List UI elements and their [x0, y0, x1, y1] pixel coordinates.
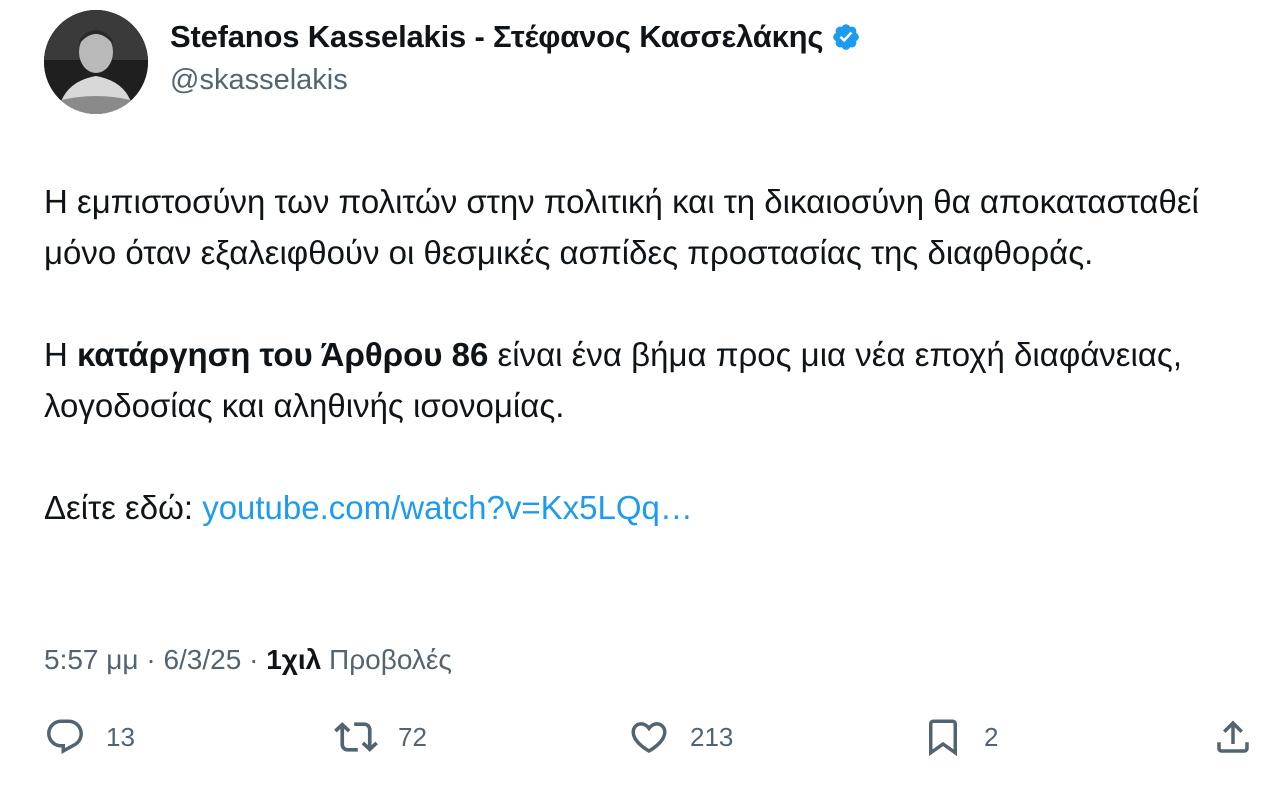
share-button[interactable]: [1212, 712, 1254, 762]
reply-icon: [47, 719, 83, 754]
bookmark-button[interactable]: 2: [922, 712, 998, 762]
tweet-card: Stefanos Kasselakis - Στέφανος Κασσελάκη…: [0, 0, 1277, 787]
tweet-meta: 5:57 μμ · 6/3/25 · 1χιλ Προβολές: [44, 640, 452, 680]
verified-badge-icon[interactable]: [831, 22, 861, 52]
tweet-paragraph-2: Η κατάργηση του Άρθρου 86 είναι ένα βήμα…: [44, 329, 1244, 431]
avatar[interactable]: [44, 10, 148, 114]
paragraph-3-prefix: Δείτε εδώ:: [44, 489, 203, 526]
tweet-date[interactable]: 6/3/25: [163, 644, 241, 675]
paragraph-2-prefix: Η: [44, 336, 77, 373]
author-name-row[interactable]: Stefanos Kasselakis - Στέφανος Κασσελάκη…: [170, 17, 861, 57]
heart-icon: [631, 722, 667, 754]
views-count: 1χιλ: [266, 644, 322, 675]
repost-icon: [334, 722, 378, 752]
reply-button[interactable]: 13: [44, 712, 135, 762]
avatar-image: [44, 10, 148, 114]
like-button[interactable]: 213: [628, 712, 733, 762]
repost-count: 72: [398, 721, 427, 752]
views-label: Προβολές: [321, 644, 452, 675]
share-icon: [1217, 720, 1249, 753]
like-count: 213: [690, 721, 734, 752]
bookmark-count: 2: [984, 721, 999, 752]
youtube-link[interactable]: youtube.com/watch?v=Kx5LQq…: [202, 489, 693, 526]
tweet-actions: 13 72 213 2: [44, 712, 1254, 762]
author-names: Stefanos Kasselakis - Στέφανος Κασσελάκη…: [170, 17, 861, 99]
author-display-name[interactable]: Stefanos Kasselakis - Στέφανος Κασσελάκη…: [170, 17, 824, 57]
meta-separator: ·: [138, 644, 164, 675]
tweet-paragraph-1: Η εμπιστοσύνη των πολιτών στην πολιτική …: [44, 183, 1199, 271]
author-handle[interactable]: @skasselakis: [170, 61, 861, 99]
tweet-header: Stefanos Kasselakis - Στέφανος Κασσελάκη…: [44, 10, 861, 114]
tweet-time[interactable]: 5:57 μμ: [44, 644, 139, 675]
meta-separator: ·: [241, 644, 267, 675]
tweet-paragraph-3: Δείτε εδώ: youtube.com/watch?v=Kx5LQq…: [44, 482, 1244, 533]
tweet-text: Η εμπιστοσύνη των πολιτών στην πολιτική …: [44, 176, 1244, 533]
bookmark-icon: [929, 719, 957, 757]
paragraph-2-bold: κατάργηση του Άρθρου 86: [77, 336, 489, 373]
reply-count: 13: [106, 721, 135, 752]
repost-button[interactable]: 72: [334, 712, 427, 762]
